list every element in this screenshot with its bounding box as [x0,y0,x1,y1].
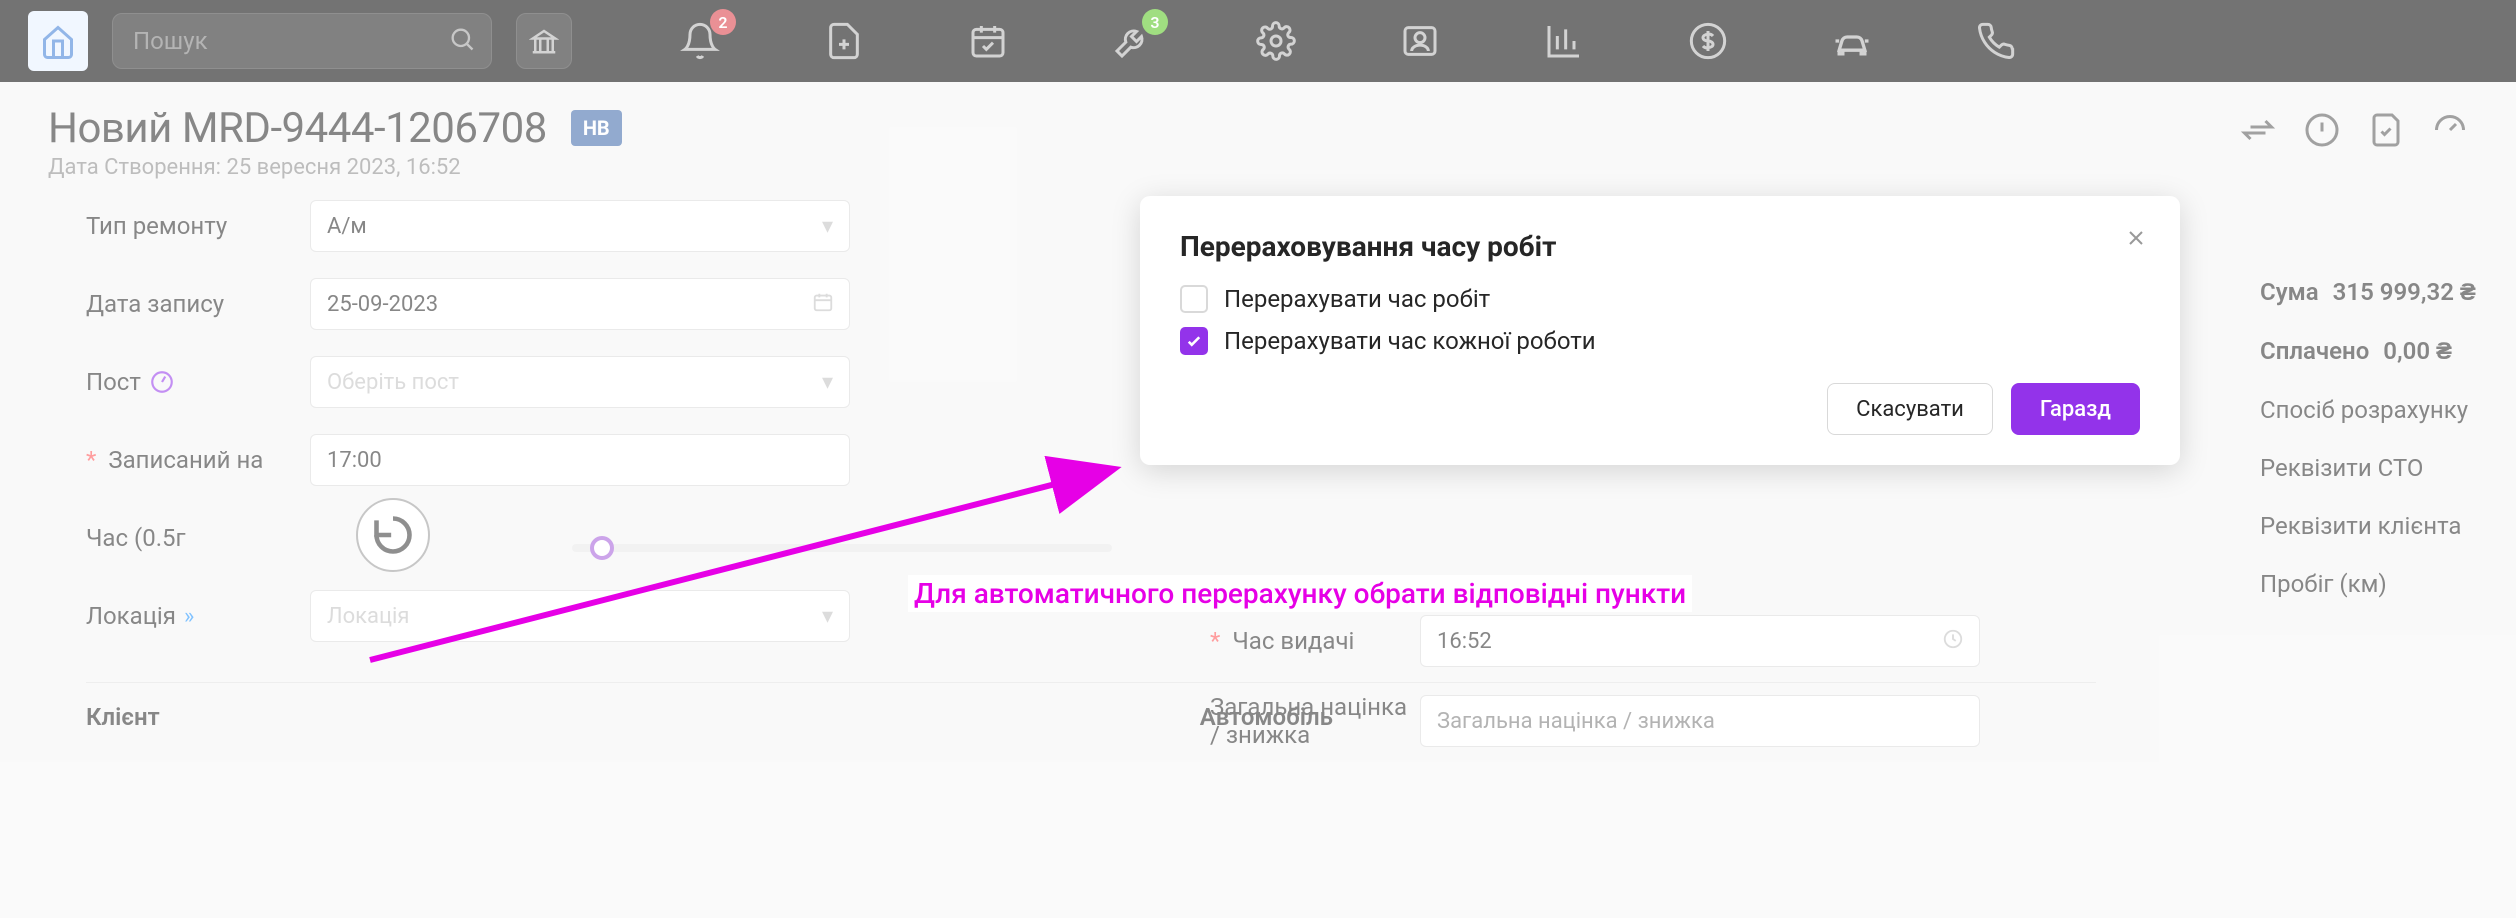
checkbox-recalc-each-label: Перерахувати час кожної роботи [1224,327,1596,355]
swap-button[interactable] [2240,112,2276,152]
chevron-down-icon: ▾ [822,214,833,239]
record-date-input[interactable] [310,278,850,330]
location-label: Локація » [86,602,310,630]
shield-doc-icon [2368,112,2404,148]
nav-bell[interactable]: 2 [676,17,724,65]
bell-badge: 2 [710,9,736,35]
scheduled-time-input[interactable] [310,434,850,486]
nav-calendar[interactable] [964,17,1012,65]
delivery-time-label: *Час видачі [1210,627,1420,655]
alert-button[interactable] [2304,112,2340,152]
swap-icon [2240,112,2276,148]
markup-input[interactable] [1420,695,1980,747]
client-details-label: Реквізити клієнта [2260,512,2476,540]
checkbox-recalc-each[interactable] [1180,327,1208,355]
paid-value: 0,00 ₴ [2383,337,2452,366]
recalculate-button[interactable] [356,498,430,572]
document-plus-icon [824,21,864,61]
double-chevron-icon[interactable]: » [184,604,194,629]
nav-wrench[interactable]: 3 [1108,17,1156,65]
cancel-button[interactable]: Скасувати [1827,383,1993,435]
nav-settings[interactable] [1252,17,1300,65]
mileage-label: Пробіг (км) [2260,570,2476,598]
car-icon [1830,19,1874,63]
page-header: Новий MRD-9444-1206708 Дата Створення: 2… [0,82,2516,190]
gauge-small-icon [149,369,175,395]
search-input[interactable] [112,13,492,69]
page-title: Новий MRD-9444-1206708 [48,104,547,153]
checkbox-recalc-works[interactable] [1180,285,1208,313]
annotation-text: Для автоматичного перерахунку обрати від… [908,575,1692,612]
contacts-icon [1400,21,1440,61]
modal-close-button[interactable] [2124,224,2148,257]
search-icon[interactable] [448,25,476,57]
ok-button[interactable]: Гаразд [2011,383,2140,435]
gear-icon [1256,21,1296,61]
record-date-label: Дата запису [86,290,310,318]
nav-money[interactable] [1684,17,1732,65]
location-placeholder: Локація [327,604,409,629]
page-subtitle: Дата Створення: 25 вересня 2023, 16:52 [48,155,547,180]
delivery-time-input[interactable] [1420,615,1980,667]
calendar-check-icon [968,21,1008,61]
nav-reports[interactable] [1540,17,1588,65]
chevron-down-icon: ▾ [822,604,833,629]
shield-doc-button[interactable] [2368,112,2404,152]
post-label: Пост [86,368,310,396]
sto-details-label: Реквізити СТО [2260,454,2476,482]
scheduled-label: *Записаний на [86,446,310,474]
home-icon [40,23,76,59]
phone-icon [1976,21,2016,61]
post-placeholder: Оберіть пост [327,370,459,395]
calendar-icon [812,291,834,317]
dashboard-button[interactable] [2432,112,2468,152]
paid-label: Сплачено [2260,337,2369,365]
summary-column: Сума 315 999,32 ₴ Сплачено 0,00 ₴ Спосіб… [2260,272,2476,628]
checkbox-recalc-works-label: Перерахувати час робіт [1224,285,1490,313]
home-button[interactable] [28,11,88,71]
repair-type-value: А/м [327,214,367,239]
payment-method-label: Спосіб розрахунку [2260,396,2476,424]
bank-icon [529,26,559,56]
nav-contacts[interactable] [1396,17,1444,65]
repair-type-label: Тип ремонту [86,212,310,240]
clock-icon [1942,628,1964,654]
bank-button[interactable] [516,13,572,69]
location-select[interactable]: Локація ▾ [310,590,850,642]
top-nav: 2 3 [0,0,2516,82]
gauge-icon [2432,112,2468,148]
time-label: Час (0.5г [86,524,310,552]
nav-car[interactable] [1828,17,1876,65]
close-icon [2124,226,2148,250]
wrench-badge: 3 [1142,9,1168,35]
search-wrap [112,13,492,69]
time-slider[interactable] [572,544,1112,552]
nav-icons: 2 3 [676,17,2020,65]
repair-type-select[interactable]: А/м ▾ [310,200,850,252]
sum-value: 315 999,32 ₴ [2333,278,2476,307]
sum-label: Сума [2260,278,2319,306]
alert-circle-icon [2304,112,2340,148]
post-select[interactable]: Оберіть пост ▾ [310,356,850,408]
markup-label: Загальна націнка / знижка [1210,693,1420,749]
client-section-header: Клієнт [86,703,160,731]
modal-title: Перераховування часу робіт [1180,230,2140,263]
recalculate-modal: Перераховування часу робіт Перерахувати … [1140,196,2180,465]
refresh-icon [371,513,415,557]
nav-phone[interactable] [1972,17,2020,65]
chevron-down-icon: ▾ [822,370,833,395]
status-tag: HB [571,110,622,146]
header-actions [2240,112,2468,152]
nav-doc-add[interactable] [820,17,868,65]
slider-handle[interactable] [590,536,614,560]
dollar-circle-icon [1688,21,1728,61]
chart-icon [1544,21,1584,61]
check-icon [1185,332,1203,350]
